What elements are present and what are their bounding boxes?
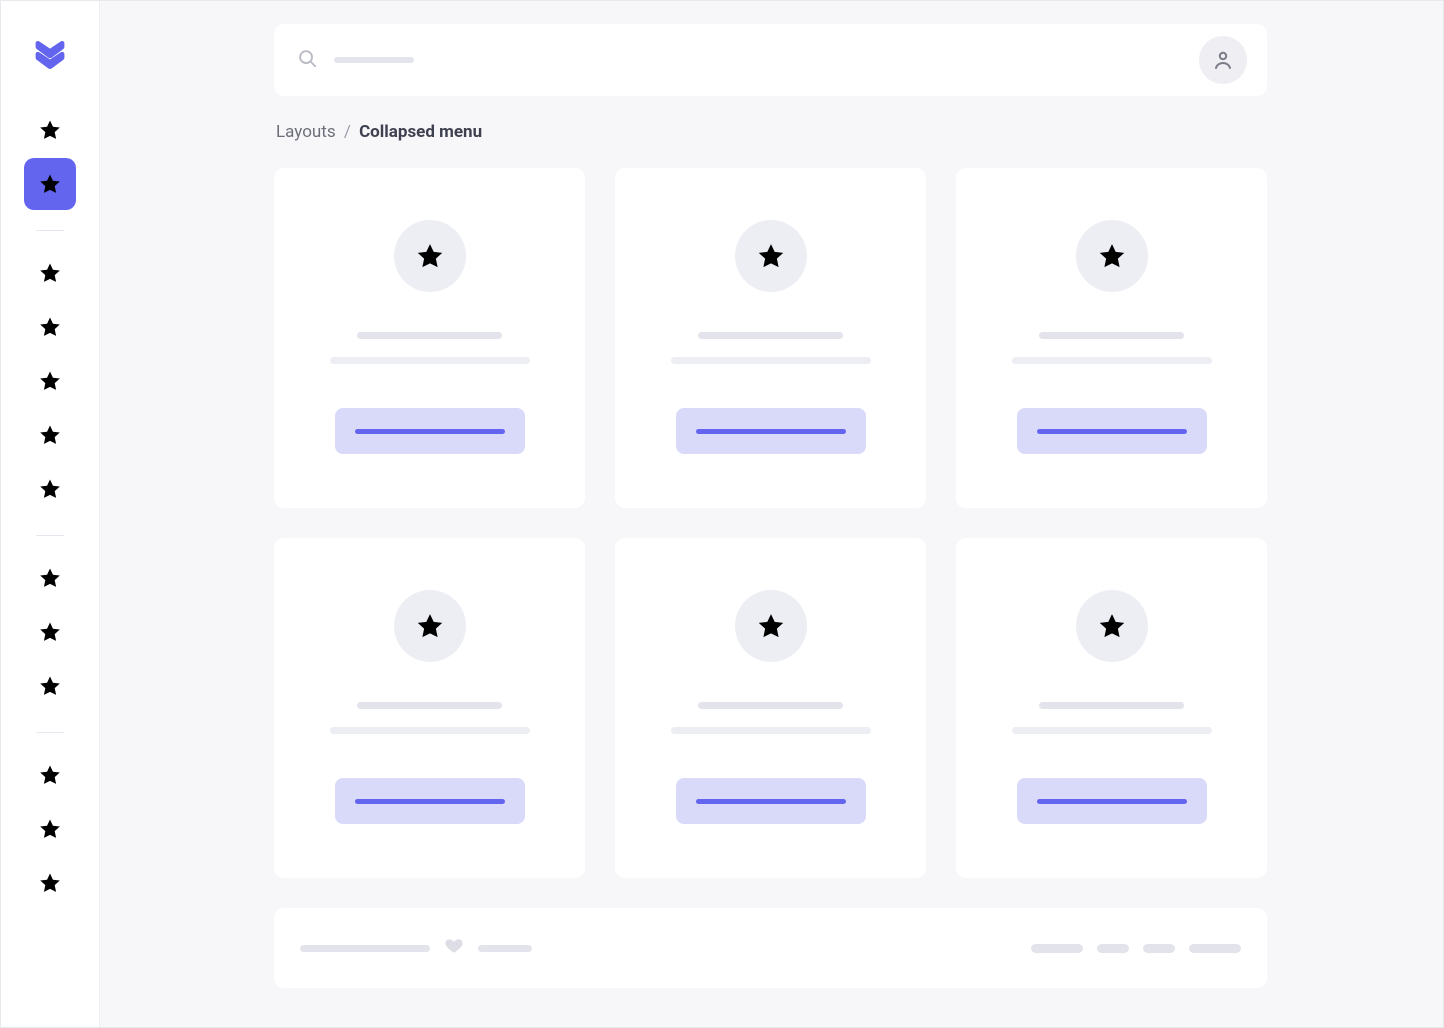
card-button-label-placeholder xyxy=(355,799,505,804)
footer-link-placeholder[interactable] xyxy=(1143,944,1175,953)
main-content: Layouts / Collapsed menu xyxy=(100,0,1444,1028)
card-action-button[interactable] xyxy=(676,778,866,824)
nav-item-star[interactable] xyxy=(24,606,76,658)
footer-link-placeholder[interactable] xyxy=(1097,944,1129,953)
card-title-placeholder xyxy=(357,332,502,339)
footer-right xyxy=(1031,944,1241,953)
heart-icon xyxy=(444,936,464,960)
card-subtitle-placeholder xyxy=(1012,727,1212,734)
search-icon xyxy=(296,47,318,73)
card-title-placeholder xyxy=(698,332,843,339)
nav-item-star[interactable] xyxy=(24,355,76,407)
nav-separator xyxy=(36,732,64,733)
search[interactable] xyxy=(296,47,414,73)
card-subtitle-placeholder xyxy=(671,357,871,364)
footer-link-placeholder[interactable] xyxy=(1031,944,1083,953)
card-action-button[interactable] xyxy=(676,408,866,454)
nav-item-star[interactable] xyxy=(24,247,76,299)
nav-item-star[interactable] xyxy=(24,660,76,712)
footer-link-placeholder[interactable] xyxy=(1189,944,1241,953)
footer-left xyxy=(300,936,532,960)
card-title-placeholder xyxy=(1039,702,1184,709)
card xyxy=(956,538,1267,878)
nav-item-star[interactable] xyxy=(24,552,76,604)
nav-item-star-active[interactable] xyxy=(24,158,76,210)
app-logo[interactable] xyxy=(32,36,68,72)
card-button-label-placeholder xyxy=(355,429,505,434)
card-avatar-icon xyxy=(735,220,807,292)
card-avatar-icon xyxy=(394,220,466,292)
nav-item-star[interactable] xyxy=(24,463,76,515)
nav-item-star[interactable] xyxy=(24,749,76,801)
card-avatar-icon xyxy=(1076,220,1148,292)
nav-separator xyxy=(36,535,64,536)
nav-separator xyxy=(36,230,64,231)
card-subtitle-placeholder xyxy=(1012,357,1212,364)
nav-group-2 xyxy=(24,247,76,515)
nav-item-star[interactable] xyxy=(24,857,76,909)
card-title-placeholder xyxy=(698,702,843,709)
nav-group-4 xyxy=(24,749,76,909)
card-subtitle-placeholder xyxy=(671,727,871,734)
cards-grid xyxy=(274,168,1267,878)
card-button-label-placeholder xyxy=(696,799,846,804)
card xyxy=(274,538,585,878)
card-button-label-placeholder xyxy=(1037,799,1187,804)
nav-item-star[interactable] xyxy=(24,409,76,461)
card xyxy=(274,168,585,508)
card-action-button[interactable] xyxy=(1017,408,1207,454)
nav-group-3 xyxy=(24,552,76,712)
breadcrumb-current: Collapsed menu xyxy=(359,122,482,142)
header-bar xyxy=(274,24,1267,96)
nav-item-star[interactable] xyxy=(24,104,76,156)
nav-item-star[interactable] xyxy=(24,803,76,855)
footer-text-placeholder xyxy=(478,945,532,952)
card xyxy=(615,538,926,878)
nav-group-1 xyxy=(24,104,76,210)
card-title-placeholder xyxy=(1039,332,1184,339)
footer-strip xyxy=(274,908,1267,988)
breadcrumb: Layouts / Collapsed menu xyxy=(274,122,1267,142)
card xyxy=(956,168,1267,508)
card-subtitle-placeholder xyxy=(330,357,530,364)
user-avatar[interactable] xyxy=(1199,36,1247,84)
breadcrumb-parent[interactable]: Layouts xyxy=(276,122,336,142)
nav-item-star[interactable] xyxy=(24,301,76,353)
card-action-button[interactable] xyxy=(335,778,525,824)
card-subtitle-placeholder xyxy=(330,727,530,734)
sidebar xyxy=(0,0,100,1028)
search-placeholder xyxy=(334,57,414,63)
footer-text-placeholder xyxy=(300,945,430,952)
card-avatar-icon xyxy=(735,590,807,662)
breadcrumb-separator: / xyxy=(344,122,351,142)
card-avatar-icon xyxy=(394,590,466,662)
card-avatar-icon xyxy=(1076,590,1148,662)
card-action-button[interactable] xyxy=(335,408,525,454)
card-button-label-placeholder xyxy=(696,429,846,434)
card-action-button[interactable] xyxy=(1017,778,1207,824)
card-button-label-placeholder xyxy=(1037,429,1187,434)
card-title-placeholder xyxy=(357,702,502,709)
card xyxy=(615,168,926,508)
